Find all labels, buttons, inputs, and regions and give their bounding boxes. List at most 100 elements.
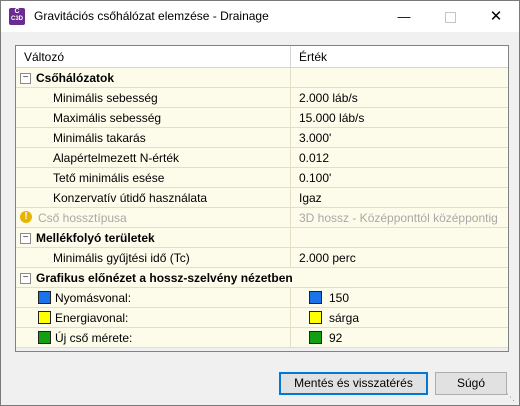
color-swatch-icon <box>38 291 51 304</box>
color-swatch-icon <box>309 291 322 304</box>
collapse-icon[interactable]: − <box>20 73 31 84</box>
row-gutter: − <box>16 68 34 87</box>
column-separator[interactable] <box>290 46 291 67</box>
category-label: Mellékfolyó területek <box>36 231 155 245</box>
property-value: 150 <box>329 291 350 305</box>
property-name-cell: Minimális takarás <box>34 128 291 147</box>
property-grid: Változó Érték − Csőhálózatok Minimális s… <box>15 45 509 352</box>
property-value: 0.012 <box>299 151 330 165</box>
category-value-cell <box>291 228 508 247</box>
category-row-network[interactable]: − Csőhálózatok <box>16 68 508 88</box>
row-gutter <box>16 308 34 327</box>
minimize-button[interactable]: — <box>381 1 427 32</box>
property-value-cell[interactable]: 0.100' <box>291 168 508 187</box>
property-row-pressure-line[interactable]: Nyomásvonal: 150 <box>16 288 508 308</box>
property-row-default-n[interactable]: Alapértelmezett N-érték 0.012 <box>16 148 508 168</box>
property-name-cell: Energiavonal: <box>34 308 291 327</box>
property-value: 92 <box>329 331 343 345</box>
maximize-icon <box>444 12 456 24</box>
row-gutter <box>16 188 34 207</box>
property-label: Maximális sebesség <box>53 111 162 125</box>
property-row-pipe-length-type: ! Cső hossztípusa 3D hossz - Középponttó… <box>16 208 508 228</box>
collapse-icon[interactable]: − <box>20 273 31 284</box>
category-name-cell: Csőhálózatok <box>34 68 291 87</box>
warning-icon: ! <box>20 211 32 223</box>
category-name-cell: Mellékfolyó területek <box>34 228 291 247</box>
property-name-cell: Konzervatív útidő használata <box>34 188 291 207</box>
property-label: Konzervatív útidő használata <box>53 191 208 205</box>
property-row-new-pipe-size[interactable]: Új cső mérete: 92 <box>16 328 508 348</box>
color-swatch-icon <box>38 311 51 324</box>
save-and-return-button[interactable]: Mentés és visszatérés <box>279 372 428 395</box>
property-label: Minimális gyűjtési idő (Tc) <box>53 251 190 265</box>
grid-header: Változó Érték <box>16 46 508 68</box>
property-name-cell: Minimális gyűjtési idő (Tc) <box>34 248 291 267</box>
property-label: Minimális sebesség <box>53 91 158 105</box>
row-gutter <box>16 288 34 307</box>
property-value: 15.000 láb/s <box>299 111 365 125</box>
close-icon: ✕ <box>489 8 503 25</box>
property-name-cell: Alapértelmezett N-érték <box>34 148 291 167</box>
property-row-min-top-slope[interactable]: Tető minimális esése 0.100' <box>16 168 508 188</box>
property-label: Új cső mérete: <box>55 331 133 345</box>
property-label: Minimális takarás <box>53 131 146 145</box>
property-row-max-velocity[interactable]: Maximális sebesség 15.000 láb/s <box>16 108 508 128</box>
property-value-cell[interactable]: 0.012 <box>291 148 508 167</box>
title-bar: C C3D Gravitációs csőhálózat elemzése - … <box>1 1 519 32</box>
column-header-variable[interactable]: Változó <box>24 50 64 64</box>
property-value-cell[interactable]: 92 <box>291 328 508 347</box>
property-row-min-velocity[interactable]: Minimális sebesség 2.000 láb/s <box>16 88 508 108</box>
color-swatch-icon <box>38 331 51 344</box>
app-icon-letter: C <box>14 8 20 15</box>
property-row-conservative-travel-time[interactable]: Konzervatív útidő használata Igaz <box>16 188 508 208</box>
row-gutter: ! <box>16 208 34 227</box>
row-gutter <box>16 168 34 187</box>
property-value-cell: 3D hossz - Középponttól középpontig <box>291 208 508 227</box>
app-icon-sub: C3D <box>10 16 23 22</box>
property-name-cell: Új cső mérete: <box>34 328 291 347</box>
category-label: Grafikus előnézet a hossz-szelvény nézet… <box>36 271 293 285</box>
close-button[interactable]: ✕ <box>473 1 519 32</box>
row-gutter <box>16 88 34 107</box>
property-row-energy-line[interactable]: Energiavonal: sárga <box>16 308 508 328</box>
category-name-cell: Grafikus előnézet a hossz-szelvény nézet… <box>34 268 508 287</box>
row-gutter <box>16 128 34 147</box>
minimize-icon: — <box>397 9 411 24</box>
row-gutter <box>16 328 34 347</box>
column-header-value[interactable]: Érték <box>299 50 327 64</box>
help-button[interactable]: Súgó <box>435 372 507 395</box>
property-name-cell: Minimális sebesség <box>34 88 291 107</box>
property-name-cell: Tető minimális esése <box>34 168 291 187</box>
category-row-graphic-preview[interactable]: − Grafikus előnézet a hossz-szelvény néz… <box>16 268 508 288</box>
property-value: 2.000 láb/s <box>299 91 358 105</box>
property-value-cell[interactable]: 3.000' <box>291 128 508 147</box>
collapse-icon[interactable]: − <box>20 233 31 244</box>
property-value-cell[interactable]: sárga <box>291 308 508 327</box>
category-label: Csőhálózatok <box>36 71 115 85</box>
resize-grip-icon[interactable]: ⋱ <box>506 392 516 402</box>
property-label: Nyomásvonal: <box>55 291 132 305</box>
property-label: Tető minimális esése <box>53 171 165 185</box>
property-value: 2.000 perc <box>299 251 356 265</box>
property-value: 0.100' <box>299 171 332 185</box>
property-value-cell[interactable]: Igaz <box>291 188 508 207</box>
property-row-min-tc[interactable]: Minimális gyűjtési idő (Tc) 2.000 perc <box>16 248 508 268</box>
property-name-cell: Cső hossztípusa <box>34 208 291 227</box>
property-row-min-cover[interactable]: Minimális takarás 3.000' <box>16 128 508 148</box>
property-value: 3.000' <box>299 131 332 145</box>
row-gutter <box>16 108 34 127</box>
property-name-cell: Maximális sebesség <box>34 108 291 127</box>
property-label: Energiavonal: <box>55 311 129 325</box>
window-title: Gravitációs csőhálózat elemzése - Draina… <box>34 9 269 23</box>
maximize-button <box>427 1 473 32</box>
property-value-cell[interactable]: 2.000 perc <box>291 248 508 267</box>
dialog-window: C C3D Gravitációs csőhálózat elemzése - … <box>0 0 520 406</box>
category-row-catchment[interactable]: − Mellékfolyó területek <box>16 228 508 248</box>
property-label: Alapértelmezett N-érték <box>53 151 180 165</box>
property-value: 3D hossz - Középponttól középpontig <box>299 211 498 225</box>
property-value-cell[interactable]: 150 <box>291 288 508 307</box>
row-gutter <box>16 248 34 267</box>
property-value-cell[interactable]: 15.000 láb/s <box>291 108 508 127</box>
color-swatch-icon <box>309 311 322 324</box>
property-value-cell[interactable]: 2.000 láb/s <box>291 88 508 107</box>
